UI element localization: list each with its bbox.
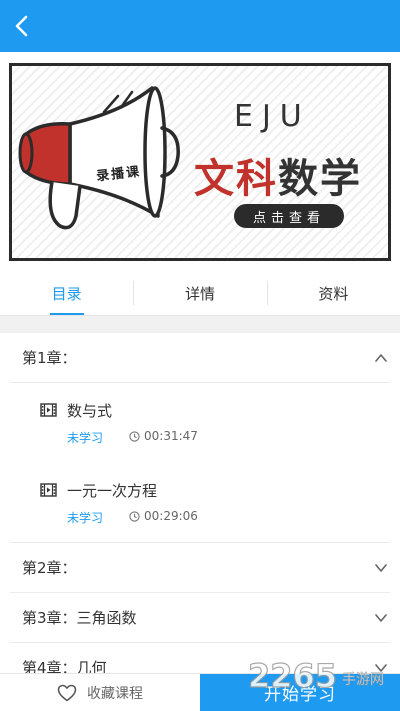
- video-icon: [40, 403, 57, 417]
- favorite-label: 收藏课程: [87, 685, 143, 702]
- chapter-title: 第3章：三角函数: [22, 609, 137, 627]
- banner-title-part1: 文科: [194, 156, 278, 202]
- tab-catalog[interactable]: 目录: [0, 271, 133, 315]
- clock-icon: [129, 511, 140, 522]
- chapter-title: 第4章：几何: [22, 659, 107, 673]
- banner-frame: 录播课 EJU 文科数学 点击查看: [9, 63, 391, 261]
- chevron-down-icon: [375, 614, 387, 622]
- clock-icon: [129, 431, 140, 442]
- chevron-up-icon: [375, 354, 387, 362]
- banner-eju-text: EJU: [234, 99, 311, 134]
- tab-details-label: 详情: [184, 284, 215, 303]
- video-icon: [40, 483, 57, 497]
- lesson-duration: 00:31:47: [144, 429, 198, 443]
- svg-text:2265: 2265: [248, 657, 337, 693]
- banner-cta-button[interactable]: 点击查看: [234, 204, 344, 228]
- lesson-item[interactable]: 一元一次方程 未学习 00:29:06: [10, 463, 390, 543]
- favorite-course-button[interactable]: 收藏课程: [0, 674, 200, 711]
- lesson-name: 数与式: [67, 402, 113, 420]
- lesson-item[interactable]: 数与式 未学习 00:31:47: [10, 383, 390, 463]
- banner-title: 文科数学: [194, 146, 362, 204]
- back-button[interactable]: [6, 10, 38, 42]
- active-tab-indicator: [50, 313, 84, 315]
- chapter-title: 第2章：: [22, 559, 77, 577]
- tab-details[interactable]: 详情: [133, 271, 266, 315]
- chapter-list: 第1章： 数与式 未学习 00:31:47 一元一次方程 未学习 00:29:0…: [0, 333, 400, 673]
- chapter-1-header[interactable]: 第1章：: [10, 333, 390, 383]
- chapter-3-header[interactable]: 第3章：三角函数: [10, 593, 390, 643]
- heart-icon: [57, 684, 77, 701]
- chevron-left-icon: [15, 15, 28, 37]
- lesson-status: 未学习: [67, 431, 104, 445]
- banner-title-part2: 数学: [278, 156, 362, 202]
- chapter-title: 第1章：: [22, 349, 77, 367]
- lesson-duration: 00:29:06: [144, 509, 198, 523]
- tab-materials[interactable]: 资料: [266, 271, 400, 315]
- course-tabs: 目录 详情 资料: [0, 271, 400, 316]
- svg-text:手游网: 手游网: [342, 672, 384, 688]
- course-banner[interactable]: 录播课 EJU 文科数学 点击查看: [0, 52, 400, 271]
- chapter-2-header[interactable]: 第2章：: [10, 543, 390, 593]
- section-divider: [0, 316, 400, 333]
- site-watermark-logo: 2265 手游网: [247, 657, 384, 693]
- tab-materials-label: 资料: [318, 284, 349, 303]
- tab-catalog-label: 目录: [51, 284, 82, 303]
- app-header: [0, 0, 400, 52]
- lesson-name: 一元一次方程: [67, 482, 158, 500]
- lesson-status: 未学习: [67, 511, 104, 525]
- chevron-down-icon: [375, 564, 387, 572]
